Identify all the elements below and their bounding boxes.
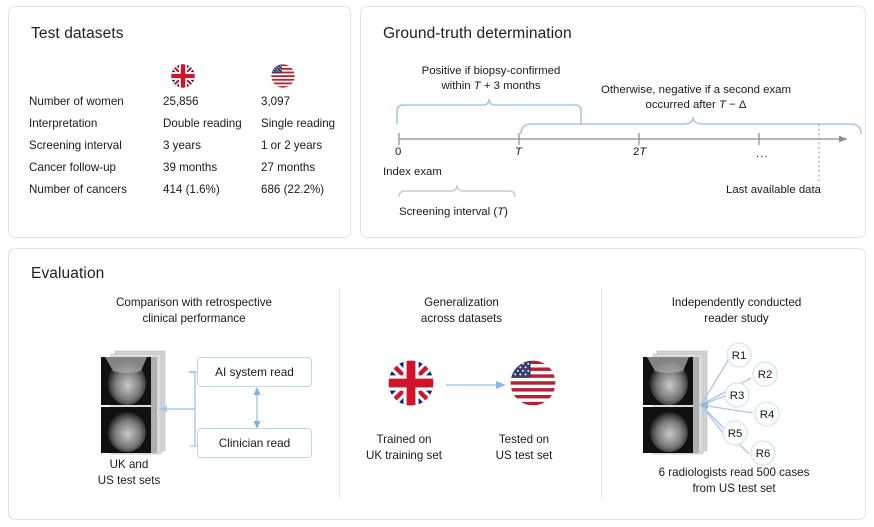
uk-flag-icon (387, 359, 435, 407)
test-datasets-table: Number of women 25,856 3,097 Interpretat… (29, 95, 349, 205)
table-row: Number of cancers 414 (1.6%) 686 (22.2%) (29, 183, 349, 205)
caption-trained-on: Trained on UK training set (354, 432, 454, 463)
row-value-uk: 414 (1.6%) (163, 183, 261, 205)
reader-label-r4: R4 (760, 409, 775, 421)
caption-reader-study-line1: 6 radiologists read 500 cases (609, 465, 859, 481)
caption-tested-on: Tested on US test set (474, 432, 574, 463)
positive-brace (397, 99, 581, 124)
last-available-data-label: Last available data (726, 183, 821, 198)
reader-label-r6: R6 (756, 448, 771, 460)
axis-tick-label-ellipsis: ... (756, 147, 769, 162)
reader-label-r5: R5 (728, 428, 743, 440)
caption-uk-us-test-sets: UK and US test sets (49, 457, 209, 488)
caption-tested-on-line1: Tested on (474, 432, 574, 448)
uk-flag-icon (170, 63, 196, 89)
section-title-generalization: Generalization across datasets (354, 295, 569, 326)
screening-interval-brace (399, 185, 515, 197)
caption-tested-on-line2: US test set (474, 448, 574, 464)
ai-system-read-box[interactable]: AI system read (197, 357, 312, 387)
row-value-us: 1 or 2 years (261, 139, 349, 161)
section-divider-1 (339, 287, 340, 499)
page-title-test-datasets: Test datasets (31, 25, 124, 43)
row-label: Number of women (29, 95, 163, 117)
row-value-us: 3,097 (261, 95, 349, 117)
figure-root: Test datasets (0, 0, 874, 527)
reader-study-fan: R1 R2 R3 R4 R5 R6 (699, 341, 839, 471)
panel-evaluation: Evaluation Comparison with retrospective… (8, 248, 866, 520)
us-flag-icon (270, 63, 296, 89)
caption-trained-on-line2: UK training set (354, 448, 454, 464)
page-title-evaluation: Evaluation (31, 265, 104, 283)
row-label: Interpretation (29, 117, 163, 139)
row-label: Screening interval (29, 139, 163, 161)
table-row: Interpretation Double reading Single rea… (29, 117, 349, 139)
row-value-uk: 39 months (163, 161, 261, 183)
reader-label-r3: R3 (730, 390, 745, 402)
section-title-reader-study: Independently conducted reader study (614, 295, 859, 326)
caption-reader-study: 6 radiologists read 500 cases from US te… (609, 465, 859, 496)
section-title-comparison: Comparison with retrospective clinical p… (69, 295, 319, 326)
section-title-comparison-line2: clinical performance (69, 311, 319, 327)
negative-brace (521, 117, 861, 134)
caption-trained-on-line1: Trained on (354, 432, 454, 448)
ai-clinician-double-arrow (250, 386, 264, 430)
section-title-reader-study-line1: Independently conducted (614, 295, 859, 311)
row-value-uk: 3 years (163, 139, 261, 161)
axis-arrowhead (839, 136, 847, 143)
row-value-uk: Double reading (163, 117, 261, 139)
row-value-us: 27 months (261, 161, 349, 183)
ai-system-read-label: AI system read (215, 365, 294, 379)
reader-label-r2: R2 (758, 369, 773, 381)
row-value-us: 686 (22.2%) (261, 183, 349, 205)
index-exam-label: Index exam (383, 165, 442, 180)
table-row: Number of women 25,856 3,097 (29, 95, 349, 117)
axis-tick-label-2T: 2T (633, 145, 646, 160)
row-value-us: Single reading (261, 117, 349, 139)
reader-label-r1: R1 (732, 350, 747, 362)
generalization-arrow (446, 379, 508, 391)
clinician-read-label: Clinician read (219, 436, 290, 450)
table-row: Cancer follow-up 39 months 27 months (29, 161, 349, 183)
section-title-generalization-line2: across datasets (354, 311, 569, 327)
table-row: Screening interval 3 years 1 or 2 years (29, 139, 349, 161)
section-divider-2 (601, 287, 602, 499)
caption-uk-us-test-sets-line2: US test sets (49, 473, 209, 489)
axis-tick-label-0: 0 (395, 145, 401, 160)
row-value-uk: 25,856 (163, 95, 261, 117)
caption-reader-study-line2: from US test set (609, 481, 859, 497)
ground-truth-timeline-diagram: Positive if biopsy-confirmed within T + … (361, 7, 867, 239)
section-title-reader-study-line2: reader study (614, 311, 859, 327)
caption-uk-us-test-sets-line1: UK and (49, 457, 209, 473)
section-title-generalization-line1: Generalization (354, 295, 569, 311)
clinician-read-box[interactable]: Clinician read (197, 428, 312, 458)
screening-interval-label: Screening interval (T) (399, 205, 508, 220)
panel-ground-truth-determination: Ground-truth determination Positive if b… (360, 6, 866, 238)
panel-test-datasets: Test datasets (8, 6, 351, 238)
row-label: Number of cancers (29, 183, 163, 205)
section-title-comparison-line1: Comparison with retrospective (69, 295, 319, 311)
us-flag-icon (509, 359, 557, 407)
axis-tick-label-T: T (515, 145, 522, 160)
row-label: Cancer follow-up (29, 161, 163, 183)
